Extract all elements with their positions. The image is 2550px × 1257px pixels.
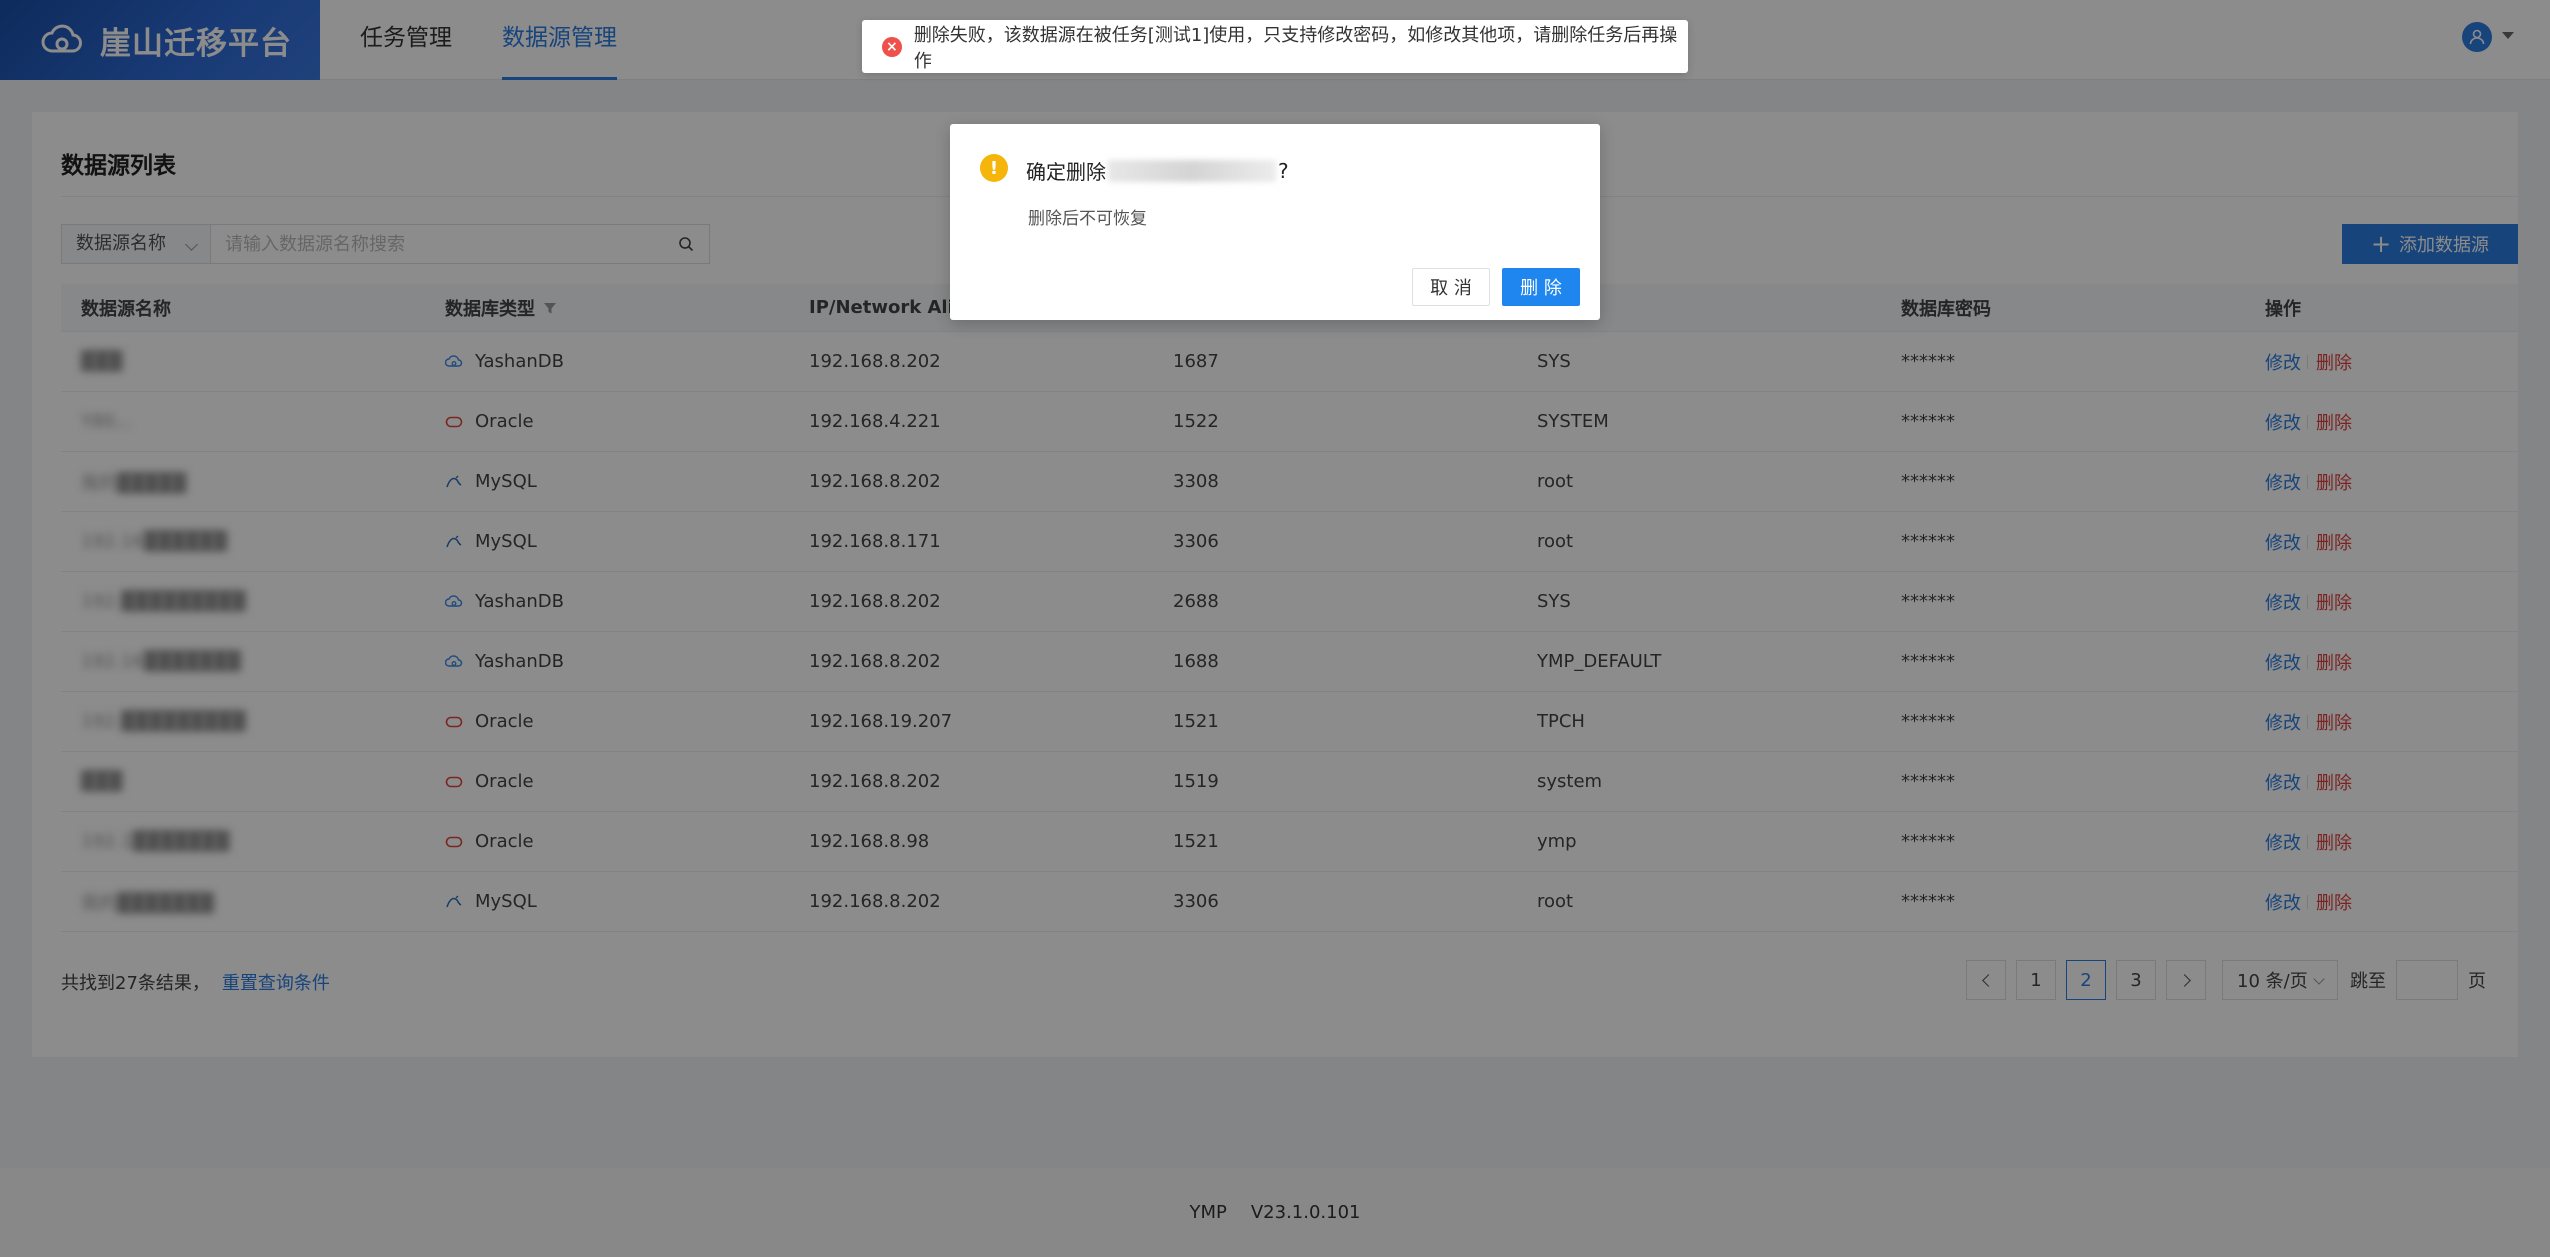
dialog-title-suffix: ?	[1278, 158, 1289, 183]
confirm-delete-button[interactable]: 删 除	[1502, 268, 1580, 306]
error-toast: × 删除失败，该数据源在被任务[测试1]使用，只支持修改密码，如修改其他项，请删…	[862, 20, 1688, 73]
dialog-title: 确定删除 ?	[1026, 156, 1289, 185]
cancel-button[interactable]: 取 消	[1412, 268, 1490, 306]
close-circle-icon: ×	[882, 36, 902, 57]
blurred-datasource-name	[1108, 159, 1276, 182]
dialog-title-prefix: 确定删除	[1026, 160, 1106, 184]
toast-message: 删除失败，该数据源在被任务[测试1]使用，只支持修改密码，如修改其他项，请删除任…	[913, 24, 1678, 72]
warning-icon: !	[980, 154, 1008, 182]
dialog-description: 删除后不可恢复	[1028, 209, 1147, 229]
confirm-delete-dialog: ! 确定删除 ? 删除后不可恢复 取 消 删 除	[950, 124, 1600, 320]
